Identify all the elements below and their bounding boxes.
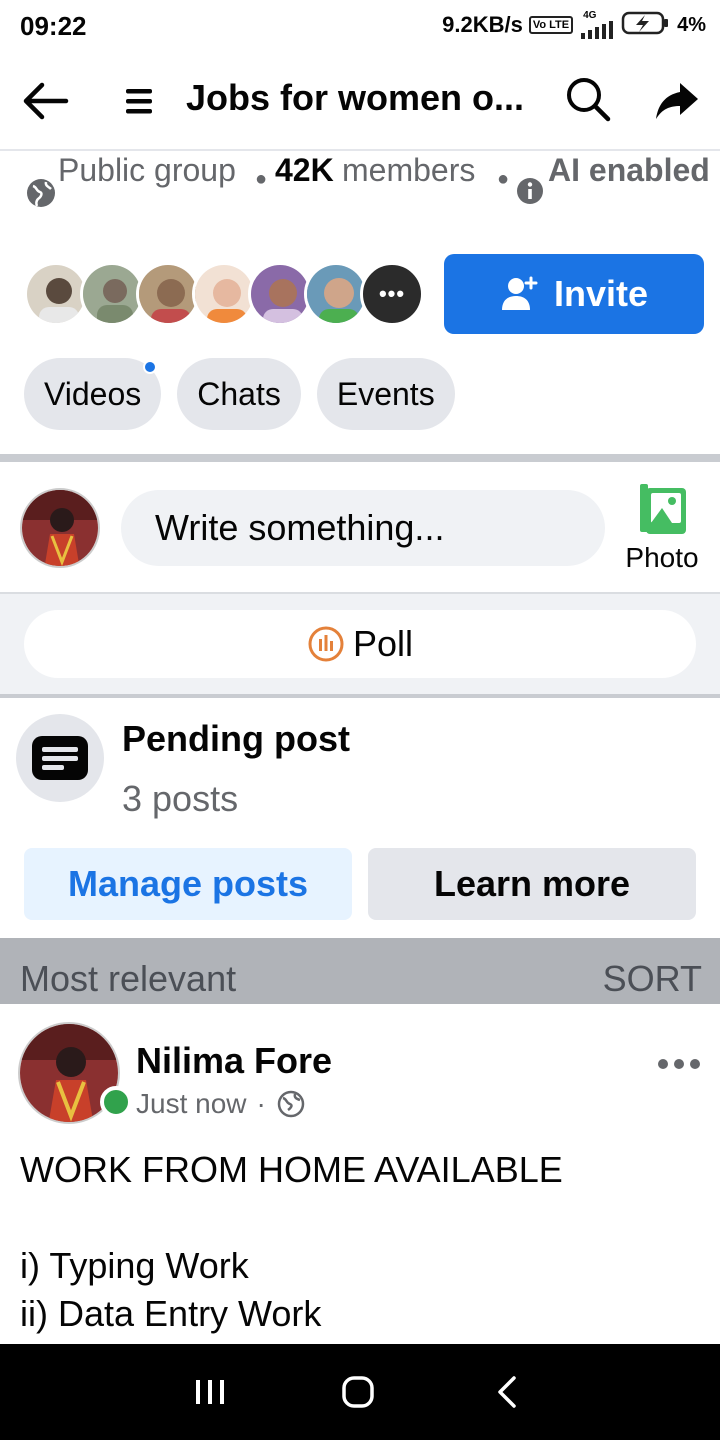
member-avatar[interactable] (248, 262, 312, 326)
tab-events[interactable]: Events (316, 358, 455, 430)
share-button[interactable] (652, 75, 702, 125)
member-avatar[interactable] (192, 262, 256, 326)
tab-chats[interactable]: Chats (177, 358, 301, 430)
sort-label: Most relevant (20, 958, 237, 999)
pending-post-title: Pending post (122, 718, 350, 759)
poll-icon (308, 626, 344, 662)
header-divider (0, 149, 720, 151)
ai-enabled-label[interactable]: AI enabled (548, 152, 710, 189)
post-options-button[interactable] (656, 1052, 702, 1076)
tab-label: Videos (44, 375, 142, 412)
info-icon[interactable] (515, 176, 545, 206)
globe-icon (27, 179, 55, 207)
separator-dot: ● (497, 168, 510, 190)
pending-post-count: 3 posts (122, 778, 239, 819)
invite-button[interactable]: Invite (444, 254, 704, 334)
pending-post-icon (32, 736, 88, 780)
more-icon: ••• (378, 281, 406, 306)
privacy-label: Public group (58, 152, 236, 188)
signal-icon: 4G (579, 11, 615, 39)
tab-videos[interactable]: Videos (24, 358, 162, 430)
back-button[interactable] (20, 75, 72, 127)
more-members-avatar[interactable]: ••• (360, 262, 424, 326)
member-count[interactable]: 42K (275, 152, 334, 189)
group-header: Jobs for women o... (0, 55, 720, 147)
post-text-line (20, 1194, 710, 1242)
notification-dot (143, 360, 158, 374)
group-tabs: Videos Chats Events (24, 358, 455, 430)
online-status-dot (100, 1086, 132, 1118)
battery-percent: 4% (677, 13, 706, 36)
share-icon (656, 83, 698, 119)
learn-more-button[interactable]: Learn more (368, 848, 696, 920)
status-time: 09:22 (20, 11, 87, 41)
signal-label: 4G (583, 10, 597, 21)
post-text-line: WORK FROM HOME AVAILABLE (20, 1149, 563, 1190)
photo-button[interactable]: Photo (620, 480, 704, 580)
more-options-icon (658, 1059, 700, 1069)
status-bar: 09:22 9.2KB/s Vo LTE 4G 4% (0, 0, 720, 50)
invite-label: Invite (553, 273, 649, 314)
status-indicators: 9.2KB/s Vo LTE 4G 4% (442, 10, 706, 40)
pending-post-icon-wrap (16, 714, 104, 802)
section-divider (0, 454, 720, 462)
post-timestamp[interactable]: Just now (136, 1088, 247, 1120)
post-text-line: i) Typing Work (20, 1245, 249, 1286)
photo-icon (640, 484, 686, 534)
user-avatar[interactable] (20, 488, 100, 568)
search-button[interactable] (562, 73, 614, 125)
add-person-icon (501, 276, 538, 310)
member-avatar[interactable] (24, 262, 88, 326)
system-back-button[interactable] (492, 1372, 522, 1412)
globe-icon (277, 1090, 305, 1118)
chevron-left-icon (498, 1376, 516, 1408)
member-avatar[interactable] (136, 262, 200, 326)
sort-button[interactable]: SORT (603, 958, 702, 1000)
section-divider (0, 694, 720, 698)
tab-label: Events (336, 375, 435, 412)
post-body: WORK FROM HOME AVAILABLE i) Typing Work … (20, 1146, 710, 1338)
post-text-line: ii) Data Entry Work (20, 1293, 322, 1334)
manage-posts-button[interactable]: Manage posts (24, 848, 352, 920)
member-avatar[interactable] (304, 262, 368, 326)
menu-icon (126, 89, 152, 114)
poll-button[interactable]: Poll (24, 610, 696, 678)
home-button[interactable] (338, 1372, 378, 1412)
menu-button[interactable] (118, 79, 160, 123)
network-speed: 9.2KB/s (442, 12, 523, 37)
tab-label: Chats (197, 375, 281, 412)
member-label[interactable]: members (342, 152, 475, 189)
post-meta: Just now · (136, 1088, 306, 1120)
post-author-name[interactable]: Nilima Fore (136, 1040, 332, 1082)
recent-apps-icon (196, 1380, 224, 1404)
meta-separator: · (256, 1088, 266, 1119)
photo-label: Photo (625, 542, 699, 573)
separator-dot: ● (255, 168, 268, 190)
write-something-input[interactable]: Write something... (121, 490, 605, 566)
member-avatar[interactable] (80, 262, 144, 326)
group-title[interactable]: Jobs for women o... (186, 77, 536, 119)
poll-label: Poll (352, 623, 414, 664)
search-icon (567, 78, 611, 122)
home-icon (342, 1376, 374, 1408)
recent-apps-button[interactable] (188, 1374, 232, 1410)
arrow-left-icon (23, 82, 69, 120)
battery-icon (621, 10, 671, 41)
poll-area: Poll (0, 594, 720, 694)
feed-sort-bar: Most relevant SORT (0, 938, 720, 1004)
system-nav-bar (0, 1344, 720, 1440)
group-info: Public group ● 42K members ● AI enabled (0, 152, 720, 210)
volte-icon: Vo LTE (528, 16, 574, 34)
